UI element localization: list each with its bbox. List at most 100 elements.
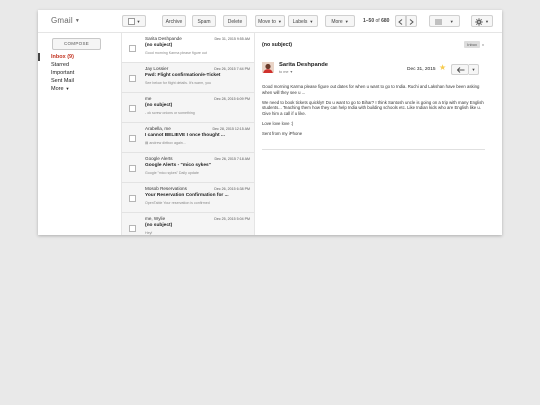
row-checkbox[interactable] <box>129 195 136 202</box>
snippet-text: andrew dirtbox again... <box>149 141 186 145</box>
recipient-details[interactable]: to me ▼ <box>279 70 293 74</box>
select-all-button[interactable]: ▼ <box>122 15 146 27</box>
message-row[interactable]: Sarita Deshpande Dec 31, 2015 9:55 AM (n… <box>122 33 254 63</box>
row-checkbox[interactable] <box>129 165 136 172</box>
chevron-down-icon: ▼ <box>344 19 349 24</box>
reply-icon <box>457 67 465 73</box>
message-body: Good morning Karma please figure out dat… <box>262 84 487 141</box>
row-date: Dec 26, 2015 6:38 PM <box>214 187 250 191</box>
row-snippet: OpenTable Your reservation is confirmed <box>145 201 210 205</box>
message-labels: Inbox x <box>464 41 484 48</box>
avatar <box>262 61 274 73</box>
message-list: Sarita Deshpande Dec 31, 2015 9:55 AM (n… <box>121 33 255 235</box>
sidebar-item-starred[interactable]: Starred <box>38 61 121 69</box>
message-row[interactable]: me, Wylie Dec 25, 2015 5:04 PM (no subje… <box>122 213 254 235</box>
attachment-icon: ▤ <box>145 141 149 145</box>
remove-label-icon[interactable]: x <box>482 41 484 48</box>
row-checkbox[interactable] <box>129 225 136 232</box>
row-date: Dec 28, 2015 12:15 AM <box>212 127 250 131</box>
spam-button[interactable]: Spam <box>192 15 216 27</box>
row-snippet: ▤andrew dirtbox again... <box>145 141 245 145</box>
chevron-down-icon: ▼ <box>471 67 476 72</box>
row-sender: Jay Lossier <box>145 66 169 71</box>
row-subject: Google Alerts - "mico sykes" <box>145 163 211 168</box>
sidebar-item-more[interactable]: More ▼ <box>38 85 121 93</box>
folder-nav: Inbox (9) Starred Important Sent Mail Mo… <box>38 53 121 93</box>
settings-button[interactable]: ▼ <box>471 15 493 27</box>
row-subject: I cannot BELIEVE I once thought ... <box>145 133 225 138</box>
chevron-down-icon: ▼ <box>277 19 282 24</box>
chevron-left-icon <box>398 18 403 25</box>
chevron-down-icon: ▼ <box>74 17 81 24</box>
star-icon[interactable]: ★ <box>439 64 446 72</box>
row-sender: Arabella, me <box>145 126 171 131</box>
divider <box>262 149 485 150</box>
older-button[interactable] <box>406 15 417 27</box>
message-row[interactable]: Mosob Reservations Dec 26, 2015 6:38 PM … <box>122 183 254 213</box>
gmail-menu[interactable]: Gmail ▼ <box>51 16 80 25</box>
recipient-label: to me <box>279 70 289 74</box>
chevron-down-icon: ▼ <box>309 19 314 24</box>
row-sender: me, Wylie <box>145 216 166 221</box>
sidebar-item-label: Inbox (9) <box>51 54 74 60</box>
row-date: Dec 25, 2015 5:04 PM <box>214 217 250 221</box>
row-checkbox[interactable] <box>129 45 136 52</box>
chevron-down-icon: ▼ <box>289 70 294 74</box>
row-snippet: Hey! <box>145 231 153 235</box>
row-subject: (no subject) <box>145 223 173 228</box>
row-subject: (no subject) <box>145 43 173 48</box>
row-sender: Google Alerts <box>145 156 173 161</box>
sidebar-item-inbox[interactable]: Inbox (9) <box>38 53 121 61</box>
row-subject: Your Reservation Confirmation for ... <box>145 193 229 198</box>
top-toolbar: Gmail ▼ ▼ Archive Spam Delete Move to ▼ La… <box>38 10 502 33</box>
row-sender: me <box>145 96 152 101</box>
move-to-button[interactable]: Move to ▼ <box>255 15 285 27</box>
labels-label: Labels <box>292 19 308 25</box>
row-sender: Sarita Deshpande <box>145 36 182 41</box>
chevron-down-icon: ▼ <box>136 19 141 24</box>
checkbox-icon <box>127 18 135 26</box>
row-subject: (no subject) <box>145 103 173 108</box>
newer-button[interactable] <box>395 15 406 27</box>
row-checkbox[interactable] <box>129 75 136 82</box>
message-row[interactable]: Jay Lossier Dec 26, 2015 7:44 PM Fwd: Fl… <box>122 63 254 93</box>
message-row[interactable]: me Dec 28, 2015 6:09 PM (no subject) - o… <box>122 93 254 123</box>
inbox-label-chip[interactable]: Inbox <box>464 41 480 48</box>
row-snippet: Google "mico sykes" Daily update <box>145 171 199 175</box>
sidebar-item-important[interactable]: Important <box>38 69 121 77</box>
row-sender: Mosob Reservations <box>145 186 187 191</box>
message-more-button[interactable]: ▼ <box>469 64 479 75</box>
body-paragraph: Good morning Karma please figure out dat… <box>262 84 480 95</box>
row-checkbox[interactable] <box>129 105 136 112</box>
row-snippet: - ok screw onions or something <box>145 111 195 115</box>
avatar-photo-icon <box>262 62 274 73</box>
brand-label: Gmail <box>51 16 73 25</box>
chevron-down-icon: ▼ <box>65 86 70 91</box>
sidebar-item-label: Important <box>51 70 75 76</box>
chevron-right-icon <box>409 18 414 25</box>
sender-name: Sarita Deshpande <box>279 62 328 68</box>
sidebar-item-label: More <box>51 86 64 92</box>
display-density-button[interactable]: ▼ <box>429 15 460 27</box>
sidebar-item-sent-mail[interactable]: Sent Mail <box>38 77 121 85</box>
body-paragraph: Love love love :) <box>262 120 294 126</box>
message-row[interactable]: Arabella, me Dec 28, 2015 12:15 AM I can… <box>122 123 254 153</box>
more-button[interactable]: More ▼ <box>325 15 355 27</box>
row-snippet: Good morning Karma please figure out <box>145 51 207 55</box>
reply-button[interactable] <box>451 64 469 75</box>
list-icon <box>435 19 443 25</box>
archive-button[interactable]: Archive <box>162 15 186 27</box>
compose-button[interactable]: COMPOSE <box>52 38 101 50</box>
delete-button[interactable]: Delete <box>223 15 247 27</box>
row-checkbox[interactable] <box>129 135 136 142</box>
row-date: Dec 26, 2015 7:18 AM <box>214 157 250 161</box>
row-date: Dec 26, 2015 7:44 PM <box>214 67 250 71</box>
message-row[interactable]: Google Alerts Dec 26, 2015 7:18 AM Googl… <box>122 153 254 183</box>
chevron-down-icon: ▼ <box>485 19 489 24</box>
body-paragraph: We need to book tickets quickly!! Do u w… <box>262 99 484 116</box>
labels-button[interactable]: Labels ▼ <box>288 15 318 27</box>
reading-pane: (no subject) Inbox x Sarita Deshpande to… <box>254 33 502 235</box>
row-subject: Fwd: Flight confirmation/e-Ticket <box>145 73 221 78</box>
message-date: Dec 31, 2015 <box>407 67 436 72</box>
page-of: of <box>375 18 380 24</box>
